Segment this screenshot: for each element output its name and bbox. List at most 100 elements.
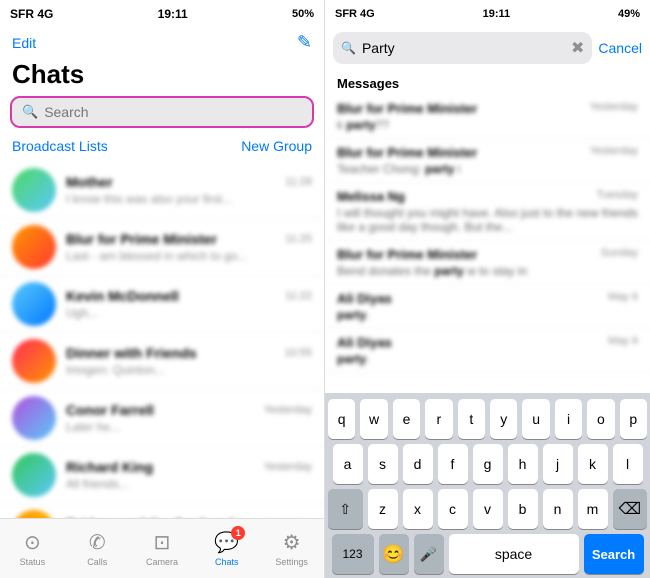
compose-icon[interactable]: ✎ [297, 32, 312, 53]
key-b[interactable]: b [508, 489, 538, 529]
left-tab-bar: ⊙ Status ✆ Calls ⊡ Camera 💬 1 Chats ⚙ Se… [0, 518, 324, 578]
key-a[interactable]: a [333, 444, 363, 484]
chats-title: Chats [0, 57, 324, 96]
list-item[interactable]: Ali Diyas May 6 party. [325, 285, 650, 329]
tab-settings[interactable]: ⚙ Settings [259, 530, 324, 567]
list-item[interactable]: Kevin McDonnell11:22 Ugh... [0, 276, 324, 333]
left-header: Edit ✎ [0, 28, 324, 57]
settings-icon: ⚙ [283, 530, 301, 555]
key-j[interactable]: j [543, 444, 573, 484]
list-item[interactable]: Blur for Prime Minister11:25 Last - am b… [0, 219, 324, 276]
right-time: 19:11 [483, 8, 511, 20]
shift-key[interactable]: ⇧ [328, 489, 363, 529]
left-time: 19:11 [158, 7, 188, 21]
mic-key[interactable]: 🎤 [414, 534, 444, 574]
list-item[interactable]: Bridger and the GagbandYesterday Conor: … [0, 504, 324, 518]
key-n[interactable]: n [543, 489, 573, 529]
avatar [12, 510, 56, 518]
right-search-icon: 🔍 [341, 41, 356, 55]
broadcast-row: Broadcast Lists New Group [0, 134, 324, 162]
key-q[interactable]: q [328, 399, 355, 439]
broadcast-lists-link[interactable]: Broadcast Lists [12, 138, 108, 154]
search-bar-wrapper: 🔍 [0, 96, 324, 134]
list-item[interactable]: Melissa Ng Tuesday I will thought you mi… [325, 183, 650, 241]
key-d[interactable]: d [403, 444, 433, 484]
clear-search-button[interactable]: ✖ [571, 38, 584, 58]
tab-calls-label: Calls [87, 557, 107, 567]
key-m[interactable]: m [578, 489, 608, 529]
num-key[interactable]: 123 [332, 534, 374, 574]
list-item[interactable]: Conor FarrellYesterday Later he... [0, 390, 324, 447]
key-v[interactable]: v [473, 489, 503, 529]
tab-status[interactable]: ⊙ Status [0, 530, 65, 567]
right-panel: SFR 4G 19:11 49% 🔍 ✖ Cancel Messages Blu… [325, 0, 650, 578]
list-item[interactable]: Dinner with Friends10:55 Imogen: Quinton… [0, 333, 324, 390]
key-r[interactable]: r [425, 399, 452, 439]
list-item[interactable]: Blur for Prime Minister Sunday Bend dona… [325, 241, 650, 285]
keyboard-row-2: a s d f g h j k l [328, 444, 647, 484]
avatar [12, 339, 56, 383]
tab-settings-label: Settings [275, 557, 308, 567]
right-status-bar: SFR 4G 19:11 49% [325, 0, 650, 28]
tab-camera-label: Camera [146, 557, 178, 567]
key-f[interactable]: f [438, 444, 468, 484]
right-carrier: SFR 4G [335, 8, 375, 20]
key-h[interactable]: h [508, 444, 538, 484]
right-battery: 49% [618, 8, 640, 20]
tab-status-label: Status [20, 557, 46, 567]
chat-list: Mother11:28 I know this was also your fi… [0, 162, 324, 518]
cancel-button[interactable]: Cancel [598, 40, 642, 56]
key-k[interactable]: k [578, 444, 608, 484]
key-c[interactable]: c [438, 489, 468, 529]
space-key[interactable]: space [449, 534, 579, 574]
list-item[interactable]: Mother11:28 I know this was also your fi… [0, 162, 324, 219]
key-g[interactable]: g [473, 444, 503, 484]
left-battery: 50% [292, 8, 314, 20]
key-x[interactable]: x [403, 489, 433, 529]
results-section-header: Messages [325, 70, 650, 95]
avatar [12, 396, 56, 440]
camera-icon: ⊡ [154, 530, 171, 555]
emoji-key[interactable]: 😊 [379, 534, 409, 574]
search-bar[interactable]: 🔍 [10, 96, 314, 128]
right-search-field[interactable]: 🔍 ✖ [333, 32, 592, 64]
search-button[interactable]: Search [584, 534, 644, 574]
right-search-input[interactable] [362, 40, 565, 56]
tab-chats[interactable]: 💬 1 Chats [194, 530, 259, 567]
key-o[interactable]: o [587, 399, 614, 439]
tab-camera[interactable]: ⊡ Camera [130, 530, 195, 567]
key-t[interactable]: t [458, 399, 485, 439]
left-panel: SFR 4G 19:11 50% Edit ✎ Chats 🔍 Broadcas… [0, 0, 325, 578]
calls-icon: ✆ [89, 530, 106, 555]
key-p[interactable]: p [620, 399, 647, 439]
right-search-bar-wrapper: 🔍 ✖ Cancel [325, 28, 650, 70]
search-input[interactable] [44, 104, 302, 120]
key-i[interactable]: i [555, 399, 582, 439]
key-y[interactable]: y [490, 399, 517, 439]
edit-button[interactable]: Edit [12, 35, 36, 51]
list-item[interactable]: Blur for Prime Minister Yesterday k part… [325, 95, 650, 139]
key-z[interactable]: z [368, 489, 398, 529]
key-u[interactable]: u [522, 399, 549, 439]
avatar [12, 282, 56, 326]
left-carrier: SFR 4G [10, 7, 53, 21]
keyboard: q w e r t y u i o p a s d f g h j k l ⇧ … [325, 393, 650, 578]
new-group-link[interactable]: New Group [241, 138, 312, 154]
list-item[interactable]: Ali Diyas May 6 party. [325, 329, 650, 373]
avatar [12, 453, 56, 497]
key-e[interactable]: e [393, 399, 420, 439]
key-s[interactable]: s [368, 444, 398, 484]
tab-chats-label: Chats [215, 557, 239, 567]
key-w[interactable]: w [360, 399, 387, 439]
search-results: Messages Blur for Prime Minister Yesterd… [325, 70, 650, 393]
list-item[interactable]: Blur for Prime Minister Yesterday Teache… [325, 139, 650, 183]
search-icon: 🔍 [22, 104, 38, 120]
keyboard-row-3: ⇧ z x c v b n m ⌫ [328, 489, 647, 529]
key-l[interactable]: l [613, 444, 643, 484]
tab-calls[interactable]: ✆ Calls [65, 530, 130, 567]
left-status-bar: SFR 4G 19:11 50% [0, 0, 324, 28]
delete-key[interactable]: ⌫ [613, 489, 648, 529]
list-item[interactable]: Richard KingYesterday All friends... [0, 447, 324, 504]
chat-badge: 1 [231, 526, 245, 540]
keyboard-row-4: 123 😊 🎤 space Search [328, 534, 647, 574]
